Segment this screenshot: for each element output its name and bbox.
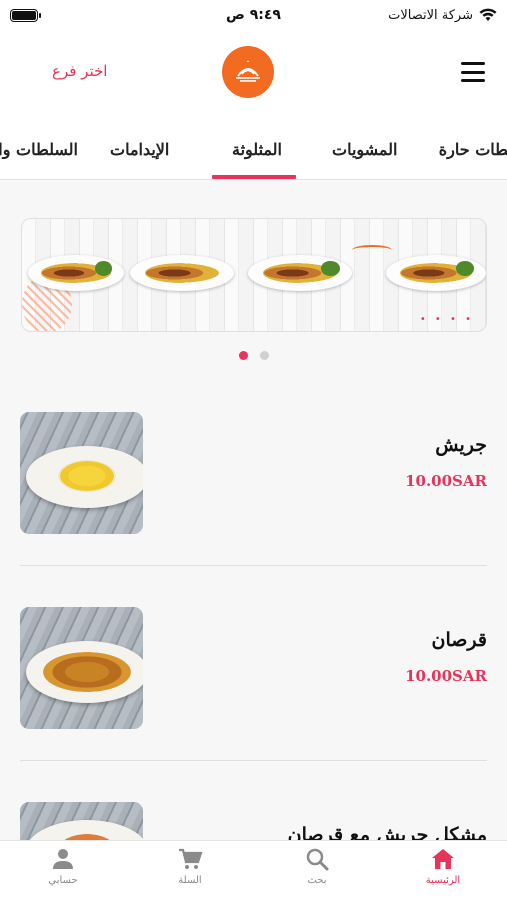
promo-banner[interactable]: • • • •	[21, 218, 487, 332]
product-price: 10.00SAR	[405, 472, 487, 490]
product-name: جريش	[435, 434, 487, 456]
divider	[20, 760, 487, 761]
tabbar-search[interactable]: بحث	[282, 847, 352, 886]
carousel-dot-active[interactable]	[239, 351, 248, 360]
product-image	[20, 412, 143, 534]
cart-icon	[179, 848, 203, 869]
food-plate-image	[248, 255, 352, 291]
food-plate-image	[386, 255, 486, 291]
carrier-name: شركة الاتصالات	[388, 7, 473, 23]
tab-stews[interactable]: الإيدامات	[110, 140, 169, 159]
hamburger-menu-icon[interactable]	[461, 62, 485, 82]
tabbar-account-label: حسابي	[48, 875, 78, 886]
tabbar-home[interactable]: الرئيسية	[408, 847, 478, 886]
food-plate-image	[28, 255, 124, 291]
search-icon	[306, 848, 329, 871]
carousel-indicator	[239, 351, 269, 360]
active-tab-indicator	[212, 175, 296, 179]
battery-icon	[10, 8, 41, 22]
product-price: 10.00SAR	[405, 667, 487, 685]
product-item[interactable]: جريش 10.00SAR	[20, 412, 487, 536]
tab-mathlootha[interactable]: المثلوثة	[232, 140, 282, 159]
food-plate-image	[130, 255, 234, 291]
banner-logo-mark	[352, 245, 392, 255]
restaurant-logo-icon	[222, 46, 274, 98]
banner-decoration: • • • •	[419, 314, 474, 325]
status-time: ٩:٤٩ ص	[226, 7, 281, 23]
status-bar: ٩:٤٩ ص شركة الاتصالات	[0, 0, 507, 30]
divider	[20, 565, 487, 566]
carousel-dot[interactable]	[260, 351, 269, 360]
product-item[interactable]: قرصان 10.00SAR	[20, 607, 487, 731]
choose-branch-link[interactable]: اختر فرع	[52, 62, 107, 80]
tabbar-search-label: بحث	[307, 875, 327, 886]
category-tabs: سلطات حارة المشويات المثلوثة الإيدامات ا…	[0, 120, 507, 180]
tabbar-cart-label: السلة	[178, 875, 202, 886]
product-image	[20, 607, 143, 729]
tabbar-cart[interactable]: السلة	[155, 847, 225, 886]
tab-salads-appetizers[interactable]: السلطات والمقبلات	[0, 140, 78, 159]
product-name: قرصان	[431, 629, 487, 651]
person-icon	[53, 849, 73, 869]
tab-grills[interactable]: المشويات	[332, 140, 398, 159]
bottom-tab-bar: الرئيسية بحث السلة حسابي	[0, 840, 507, 900]
home-icon	[432, 849, 454, 869]
tab-hot-salads[interactable]: سلطات حارة	[439, 140, 507, 159]
tabbar-account[interactable]: حسابي	[28, 847, 98, 886]
app-screen: ٩:٤٩ ص شركة الاتصالات اختر فرع طات حارة …	[0, 0, 507, 900]
app-header: اختر فرع	[0, 30, 507, 120]
wifi-icon	[479, 8, 497, 21]
tabbar-home-label: الرئيسية	[425, 875, 461, 886]
